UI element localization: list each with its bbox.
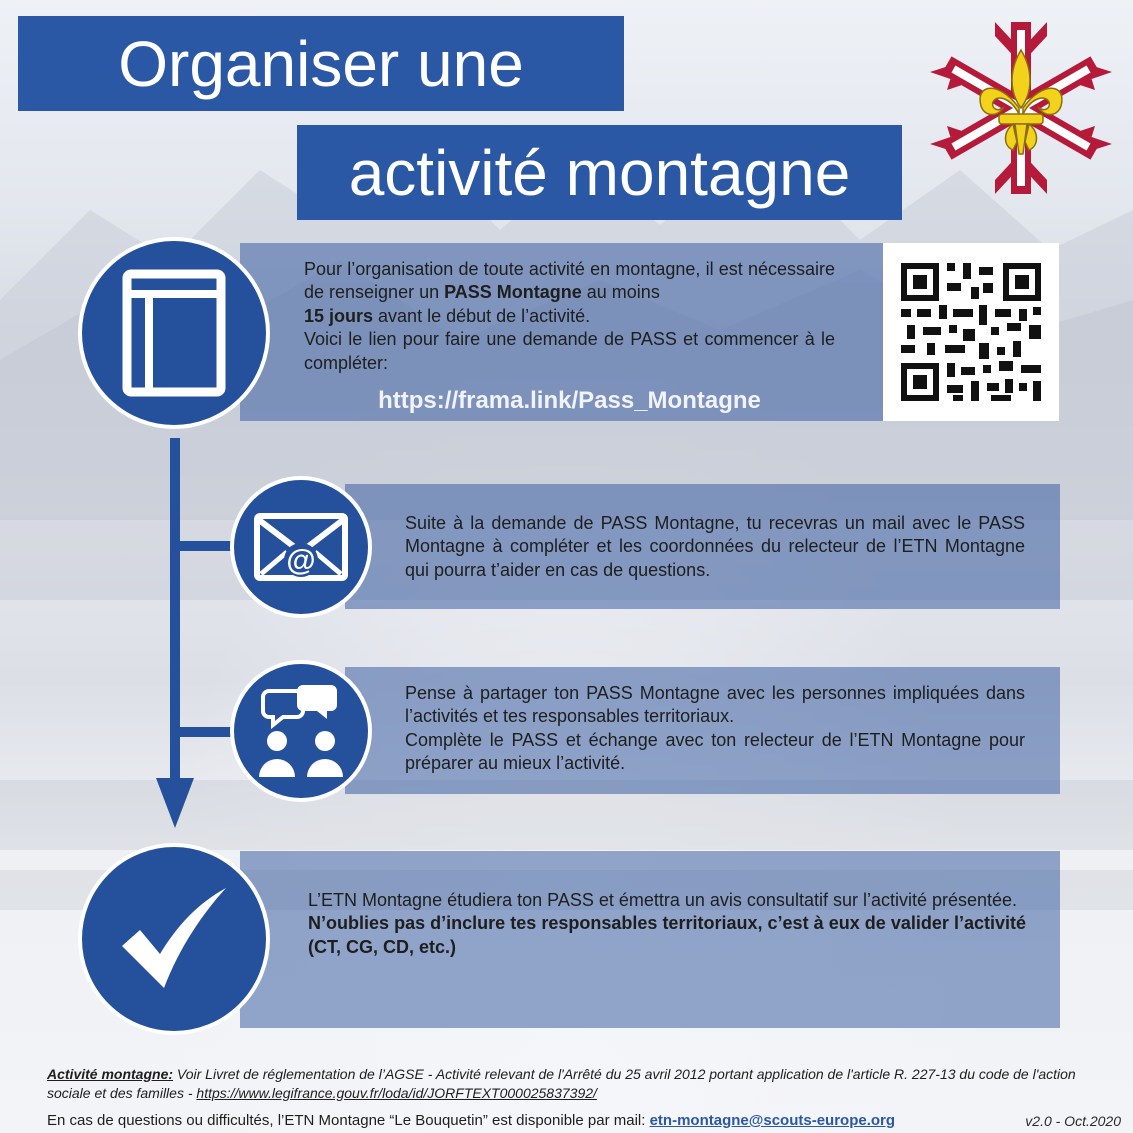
- email-at-icon: @: [254, 513, 348, 581]
- step-2-circle: @: [230, 476, 372, 618]
- svg-text:@: @: [286, 544, 315, 577]
- step-3-text: Pense à partager ton PASS Montagne avec …: [405, 683, 1025, 774]
- step-3-circle: [230, 660, 372, 802]
- contact-email-link[interactable]: etn-montagne@scouts-europe.org: [650, 1112, 895, 1129]
- qr-code-icon[interactable]: [883, 243, 1059, 421]
- version-label: v2.0 - Oct.2020: [1025, 1113, 1121, 1129]
- legifrance-link[interactable]: https://www.legifrance.gouv.fr/loda/id/J…: [196, 1085, 597, 1101]
- scout-logo-icon: [930, 22, 1112, 194]
- footer-contact: En cas de questions ou difficultés, l’ET…: [47, 1112, 896, 1129]
- timeline-arrow: [156, 778, 194, 828]
- people-chat-icon: [259, 685, 343, 777]
- timeline-branch: [175, 541, 235, 551]
- footer-legal-note: Activité montagne: Voir Livret de réglem…: [47, 1066, 1076, 1101]
- step-2-text: Suite à la demande de PASS Montagne, tu …: [405, 513, 1025, 580]
- pass-montagne-link[interactable]: https://frama.link/Pass_Montagne: [304, 387, 835, 415]
- step-4-circle: [78, 843, 270, 1035]
- title-line-2: activité montagne: [297, 125, 902, 220]
- title-line-1: Organiser une: [18, 16, 624, 111]
- step-1-circle: [78, 237, 270, 429]
- form-window-icon: [122, 269, 226, 397]
- step-1-text: Pour l’organisation de toute activité en…: [304, 259, 835, 373]
- timeline-branch: [175, 727, 235, 737]
- step-4-text: L’ETN Montagne étudiera ton PASS et émet…: [308, 890, 1026, 957]
- checkmark-icon: [122, 888, 226, 988]
